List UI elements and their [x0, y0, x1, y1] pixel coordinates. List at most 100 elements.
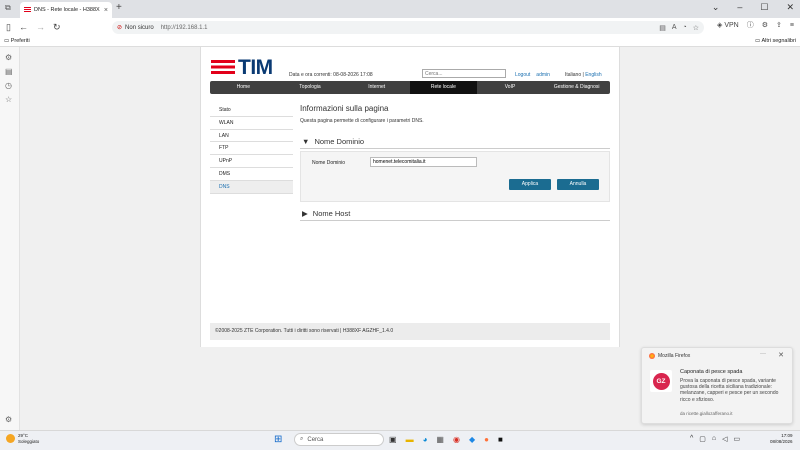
weather-widget[interactable]: 29°C Soleggiato	[6, 433, 39, 444]
chrome-icon[interactable]: ◉	[453, 435, 460, 444]
lang-italian[interactable]: Italiano	[565, 72, 581, 78]
gz-logo-text: GZ	[652, 372, 670, 390]
nav-gestione-diagnosi[interactable]: Gestione & Diagnosi	[543, 81, 610, 94]
close-icon[interactable]: ✕	[778, 351, 784, 359]
share-icon[interactable]: ⇪	[776, 21, 782, 29]
side-item-stato[interactable]: Stato	[210, 104, 293, 117]
vpn-button[interactable]: ◈ VPN	[717, 21, 739, 29]
user-link[interactable]: admin	[536, 72, 550, 78]
page-description: Questa pagina permette di configurare i …	[300, 118, 424, 124]
bookmarks-folder[interactable]: ▭ Preferiti	[4, 38, 30, 44]
side-menu: Stato WLAN LAN FTP UPnP DMS DNS	[210, 104, 293, 194]
section-host-title: Nome Host	[312, 209, 351, 218]
apply-button[interactable]: Applica	[509, 179, 551, 190]
section-domain-header[interactable]: ▼ Nome Dominio	[302, 137, 364, 146]
store-icon[interactable]: ▦	[436, 435, 444, 444]
history-list-icon[interactable]: ▤	[5, 67, 13, 76]
translate-icon[interactable]: A	[672, 24, 677, 32]
back-icon[interactable]: ←	[19, 22, 28, 32]
divider	[300, 220, 610, 221]
browser-sidebar: ⚙ ▤ ◷ ☆ ⚙	[0, 47, 20, 430]
side-item-lan[interactable]: LAN	[210, 129, 293, 143]
other-bookmarks-folder[interactable]: ▭ Altri segnalibri	[755, 38, 796, 44]
window-controls: ⌄ – ☐ ✕	[712, 2, 794, 13]
side-item-dns[interactable]: DNS	[210, 180, 293, 194]
star-icon[interactable]: ☆	[5, 95, 12, 104]
side-item-wlan[interactable]: WLAN	[210, 116, 293, 130]
browser-tab[interactable]: DNS - Rete locale - H388X ×	[20, 2, 112, 18]
file-explorer-icon[interactable]: ▬	[406, 435, 414, 444]
url-text[interactable]: http://192.168.1.1	[161, 25, 208, 31]
tim-logo-icon	[211, 60, 235, 76]
edge-icon[interactable]: ◕	[423, 435, 428, 444]
sidebar-toggle-icon[interactable]: ⧉	[5, 3, 11, 13]
volume-icon[interactable]: ◁	[722, 435, 727, 443]
more-options-icon[interactable]: ···	[760, 351, 766, 357]
side-item-dms[interactable]: DMS	[210, 167, 293, 181]
info-icon[interactable]: ⓘ	[747, 20, 754, 30]
side-item-ftp[interactable]: FTP	[210, 142, 293, 156]
task-view-icon[interactable]: ▣	[389, 435, 397, 444]
taskbar-search[interactable]: ⌕ Cerca	[294, 433, 384, 446]
page-title: Informazioni sulla pagina	[300, 104, 389, 113]
triangle-down-icon: ▼	[302, 137, 310, 146]
menu-icon[interactable]: ≡	[790, 22, 794, 29]
extensions-icon[interactable]: ⚙	[762, 21, 768, 29]
logout-link[interactable]: Logout	[515, 72, 530, 78]
weather-desc: Soleggiato	[18, 438, 40, 444]
notification-source: da ricette.giallozafferano.it	[680, 411, 733, 416]
clock-date: 08/08/2026	[770, 439, 793, 444]
sidebar-panel-icon[interactable]: ▯	[6, 22, 11, 33]
browser-toolbar-right: ◈ VPN ⓘ ⚙ ⇪ ≡	[717, 20, 794, 30]
nav-home[interactable]: Home	[210, 81, 277, 94]
search-icon: ⌕	[300, 436, 304, 442]
settings-icon[interactable]: ⚙	[5, 53, 12, 62]
section-host-header[interactable]: ▶ Nome Host	[302, 209, 350, 218]
system-tray: ^ ▢ ⌂ ◁ ▭	[690, 435, 740, 443]
network-icon[interactable]: ⌂	[712, 435, 716, 443]
terminal-icon[interactable]: ■	[498, 435, 503, 444]
nav-topologia[interactable]: Topologia	[277, 81, 344, 94]
lang-english[interactable]: English	[585, 72, 601, 78]
domain-input[interactable]	[370, 157, 477, 167]
nav-rete-locale[interactable]: Rete locale	[410, 81, 477, 94]
battery-icon[interactable]: ▭	[734, 435, 741, 443]
search-input[interactable]	[422, 69, 506, 78]
shield-icon: ◈	[717, 22, 723, 29]
close-window-icon[interactable]: ✕	[786, 2, 794, 13]
reload-icon[interactable]: ↻	[53, 22, 61, 33]
notification-toast[interactable]: Mozilla Firefox ··· ✕ GZ Caponata di pes…	[641, 347, 793, 424]
notification-title: Caponata di pesce spada	[680, 369, 743, 375]
divider	[300, 148, 610, 149]
maximize-icon[interactable]: ☐	[760, 2, 768, 13]
close-tab-icon[interactable]: ×	[104, 7, 108, 14]
favorite-star-icon[interactable]: ☆	[693, 24, 699, 32]
side-item-upnp[interactable]: UPnP	[210, 155, 293, 168]
minimize-icon[interactable]: –	[737, 2, 742, 13]
firefox-icon	[649, 353, 655, 359]
nav-voip[interactable]: VoIP	[477, 81, 544, 94]
clock[interactable]: 17:09 08/08/2026	[770, 433, 793, 445]
cancel-button[interactable]: Annulla	[557, 179, 599, 190]
new-tab-icon[interactable]: +	[116, 2, 122, 13]
chevron-down-icon[interactable]: ⌄	[712, 2, 720, 13]
tray-chevron-icon[interactable]: ^	[690, 435, 693, 443]
tim-logo: TIM	[211, 57, 273, 78]
read-aloud-icon[interactable]: ◔	[682, 24, 686, 32]
triangle-right-icon: ▶	[302, 209, 308, 218]
current-datetime: Data e ora correnti: 08-08-2026 17:08	[289, 72, 373, 78]
windows-start-icon[interactable]: ⊞	[274, 434, 282, 445]
photos-icon[interactable]: ◆	[469, 435, 475, 444]
nav-internet[interactable]: Internet	[343, 81, 410, 94]
reader-icon[interactable]: ▤	[659, 24, 666, 32]
tray-app-icon[interactable]: ▢	[699, 435, 706, 443]
clock-icon[interactable]: ◷	[5, 81, 12, 90]
firefox-taskbar-icon[interactable]: ●	[484, 435, 489, 444]
gz-logo-icon: GZ	[650, 370, 672, 392]
not-secure-icon: ⊘	[117, 25, 123, 31]
forward-icon[interactable]: →	[36, 22, 45, 32]
address-bar[interactable]: ⊘ Non sicuro http://192.168.1.1 ▤ A ◔ ☆	[112, 21, 704, 34]
sidebar-settings-icon[interactable]: ⚙	[5, 415, 12, 424]
notification-app: Mozilla Firefox	[658, 353, 691, 359]
taskbar-apps: ▣ ▬ ◕ ▦ ◉ ◆ ● ■	[389, 435, 503, 444]
